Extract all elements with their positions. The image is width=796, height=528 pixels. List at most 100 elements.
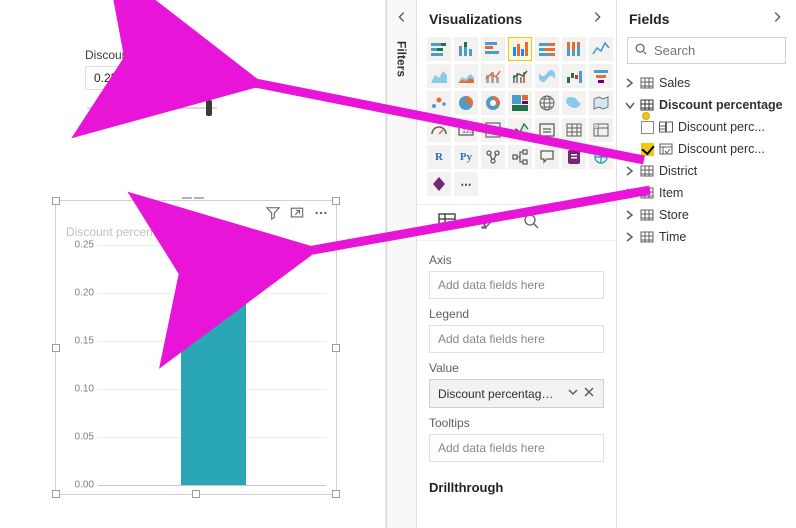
field-checkbox-checked[interactable] <box>641 143 654 156</box>
viz-gauge[interactable] <box>427 118 451 142</box>
viz-stacked-bar[interactable] <box>427 37 451 61</box>
viz-r[interactable]: R <box>427 145 451 169</box>
gridline <box>98 485 326 486</box>
table-sales[interactable]: Sales <box>623 72 790 94</box>
fields-mode-icon[interactable] <box>437 211 457 234</box>
viz-line-clustered-column[interactable] <box>508 64 532 88</box>
viz-shape-map[interactable] <box>589 91 613 115</box>
legend-well[interactable]: Add data fields here <box>429 325 604 353</box>
bar-chart-visual[interactable]: Discount percentage Value 0.000.050.100.… <box>55 200 337 495</box>
analytics-mode-icon[interactable] <box>521 211 541 234</box>
viz-get-more[interactable]: ⋯ <box>454 172 478 196</box>
viz-kpi[interactable] <box>508 118 532 142</box>
viz-treemap[interactable] <box>508 91 532 115</box>
table-time[interactable]: Time <box>623 226 790 248</box>
slider-track <box>87 107 217 109</box>
viz-filled-map[interactable] <box>562 91 586 115</box>
drillthrough-header: Drillthrough <box>417 470 616 495</box>
parameter-value[interactable]: 0.25 <box>85 66 153 90</box>
fields-search[interactable] <box>627 37 786 64</box>
visual-title: Discount percentage Value <box>66 225 209 239</box>
viz-ribbon[interactable] <box>535 64 559 88</box>
viz-100-stacked-column[interactable] <box>562 37 586 61</box>
selection-handle[interactable] <box>332 490 340 498</box>
viz-paginated-report[interactable] <box>562 145 586 169</box>
selection-handle[interactable] <box>52 197 60 205</box>
value-well-label: Value <box>429 361 604 375</box>
field-discount-perc-2[interactable]: Discount perc... <box>623 138 790 160</box>
viz-map[interactable] <box>535 91 559 115</box>
axis-well-label: Axis <box>429 253 604 267</box>
selection-handle[interactable] <box>52 490 60 498</box>
viz-qna[interactable] <box>535 145 559 169</box>
y-tick-label: 0.15 <box>66 336 94 347</box>
viz-stacked-column[interactable] <box>454 37 478 61</box>
format-mode-tabs <box>417 204 616 241</box>
value-well[interactable]: Discount percentage Va <box>429 379 604 408</box>
svg-text:123: 123 <box>462 128 474 135</box>
viz-line[interactable] <box>589 37 613 61</box>
filters-label: Filters <box>395 41 409 77</box>
fields-pane: Fields Sales Discount percentage <box>616 0 796 528</box>
selection-handle[interactable] <box>332 197 340 205</box>
focus-mode-icon[interactable] <box>290 206 304 223</box>
viz-clustered-column[interactable] <box>508 37 532 61</box>
bar[interactable] <box>181 245 246 485</box>
table-discount-percentage[interactable]: Discount percentage <box>623 94 790 116</box>
selection-handle[interactable] <box>52 344 60 352</box>
viz-arcgis[interactable] <box>589 145 613 169</box>
viz-decomposition-tree[interactable] <box>508 145 532 169</box>
report-canvas[interactable]: Discount percentage 0.25 Discount percen… <box>0 0 386 528</box>
expand-filters-icon[interactable] <box>395 10 409 27</box>
y-tick-label: 0.20 <box>66 288 94 299</box>
more-options-icon[interactable] <box>314 206 328 223</box>
drag-handle-icon[interactable] <box>182 197 210 203</box>
collapse-fields-icon[interactable] <box>770 10 784 27</box>
plot-area: 0.000.050.100.150.200.25 <box>66 245 326 484</box>
viz-clustered-bar[interactable] <box>481 37 505 61</box>
viz-waterfall[interactable] <box>562 64 586 88</box>
table-item[interactable]: Item <box>623 182 790 204</box>
viz-python[interactable]: Py <box>454 145 478 169</box>
selection-handle[interactable] <box>332 344 340 352</box>
table-district[interactable]: District <box>623 160 790 182</box>
viz-matrix[interactable] <box>589 118 613 142</box>
viz-stacked-area[interactable] <box>454 64 478 88</box>
selection-handle[interactable] <box>192 490 200 498</box>
y-tick-label: 0.10 <box>66 384 94 395</box>
y-tick-label: 0.05 <box>66 432 94 443</box>
viz-scatter[interactable] <box>427 91 451 115</box>
chevron-down-icon[interactable] <box>567 386 579 401</box>
field-checkbox[interactable] <box>641 121 654 134</box>
search-input[interactable] <box>654 43 779 58</box>
table-store[interactable]: Store <box>623 204 790 226</box>
viz-slicer[interactable] <box>535 118 559 142</box>
viz-card[interactable]: 123 <box>454 118 478 142</box>
collapse-visualizations-icon[interactable] <box>590 10 604 27</box>
parameter-card: Discount percentage 0.25 <box>85 48 195 90</box>
viz-pie[interactable] <box>454 91 478 115</box>
viz-donut[interactable] <box>481 91 505 115</box>
tooltips-well[interactable]: Add data fields here <box>429 434 604 462</box>
value-chip-text: Discount percentage Va <box>438 387 558 401</box>
active-table-badge <box>642 112 650 120</box>
viz-100-stacked-bar[interactable] <box>535 37 559 61</box>
filters-pane-collapsed[interactable]: Filters <box>386 0 416 528</box>
y-tick-label: 0.25 <box>66 240 94 251</box>
viz-table[interactable] <box>562 118 586 142</box>
tooltips-well-label: Tooltips <box>429 416 604 430</box>
viz-key-influencers[interactable] <box>481 145 505 169</box>
parameter-slider[interactable] <box>87 103 217 113</box>
viz-power-apps[interactable] <box>427 172 451 196</box>
axis-well[interactable]: Add data fields here <box>429 271 604 299</box>
viz-funnel[interactable] <box>589 64 613 88</box>
filter-icon[interactable] <box>266 206 280 223</box>
format-mode-icon[interactable] <box>479 211 499 234</box>
fields-tree: Sales Discount percentage Discount perc.… <box>617 72 796 248</box>
viz-line-stacked-column[interactable] <box>481 64 505 88</box>
slider-thumb[interactable] <box>206 100 212 116</box>
fields-title: Fields <box>629 11 669 27</box>
viz-multi-row-card[interactable] <box>481 118 505 142</box>
viz-area[interactable] <box>427 64 451 88</box>
remove-field-icon[interactable] <box>583 386 595 401</box>
